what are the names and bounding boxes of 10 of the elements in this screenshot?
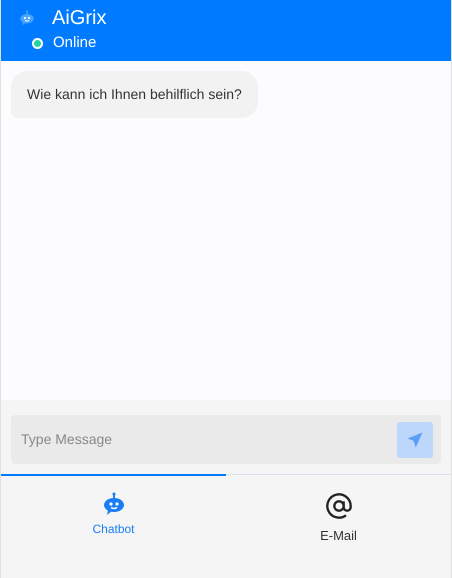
nav-tab[interactable]: Chatbot bbox=[1, 474, 226, 578]
send-button[interactable] bbox=[397, 422, 433, 458]
at-sign-icon bbox=[324, 492, 352, 520]
status-text: Online bbox=[53, 33, 96, 54]
composer-bar[interactable]: Type Message bbox=[11, 415, 441, 464]
bot-name: AiGrix bbox=[52, 6, 106, 30]
robot-icon bbox=[102, 492, 126, 516]
message-bubble: Wie kann ich Ihnen behilflich sein? bbox=[11, 71, 258, 118]
nav-tab[interactable]: E-Mail bbox=[226, 474, 451, 578]
send-icon bbox=[406, 430, 424, 448]
